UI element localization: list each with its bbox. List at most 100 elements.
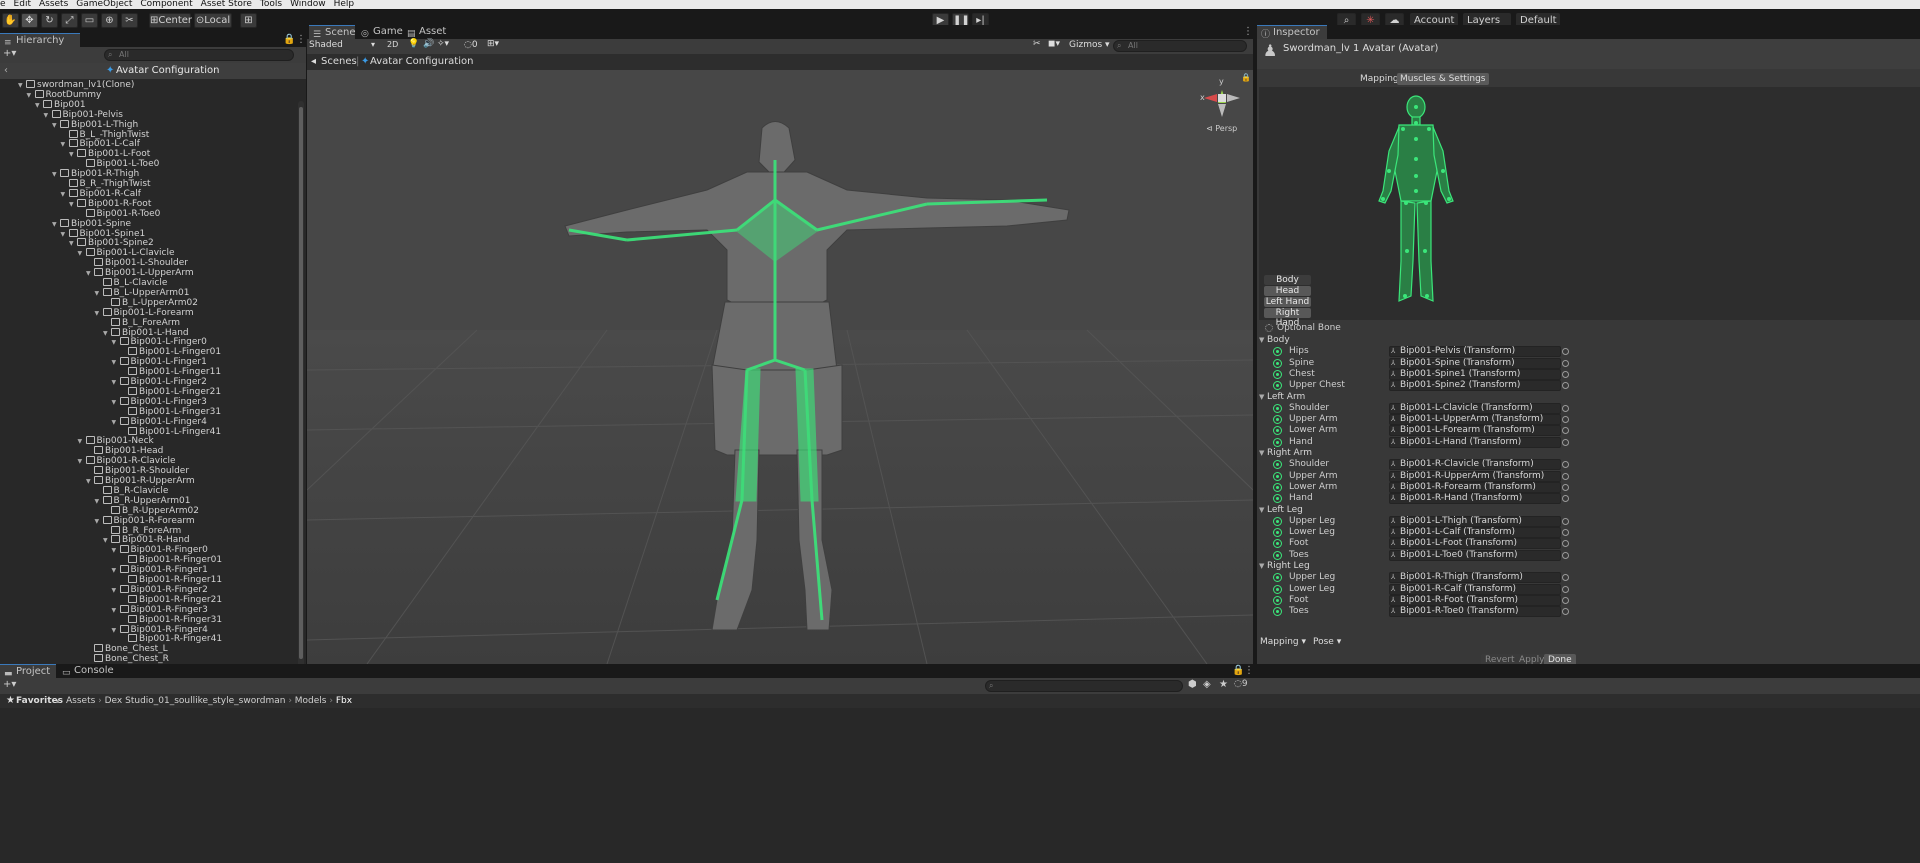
bone-transform-field[interactable]: Bip001-Spine1 (Transform) [1389,368,1561,380]
hierarchy-item[interactable]: ▼ Bip001-R-Finger3 [112,604,208,615]
hierarchy-item[interactable]: ▼ Bip001-R-Finger4 [112,624,208,635]
tab-inspector[interactable]: ⓘ Inspector [1257,25,1327,40]
hierarchy-item[interactable]: ▼ Bip001-L-Finger3 [112,396,207,408]
bone-transform-field[interactable]: Bip001-L-UpperArm (Transform) [1389,414,1561,426]
object-picker-icon[interactable] [1562,495,1569,503]
effects-icon[interactable]: ✧▾ [437,39,449,49]
light-icon[interactable]: 💡 [408,39,419,49]
hierarchy-item[interactable]: ▼ Bip001-R-Foot [69,198,151,210]
filter-label-icon[interactable]: ◈ [1203,679,1211,690]
object-picker-icon[interactable] [1562,483,1569,491]
hierarchy-item[interactable]: ▼ Bip001-R-Forearm [95,515,195,527]
expand-arrow-icon[interactable]: ▼ [44,111,52,121]
hierarchy-item[interactable]: ▼ Bip001-L-Calf [61,139,140,149]
tab-game[interactable]: ◎ Game [357,25,403,39]
tab-muscles-settings[interactable]: Muscles & Settings [1397,73,1489,85]
expand-arrow-icon[interactable]: ▼ [112,378,120,388]
hierarchy-item[interactable]: ▼ Bip001-L-Clavicle [78,248,175,258]
scrollbar-thumb[interactable] [299,107,303,659]
object-picker-icon[interactable] [1562,370,1569,378]
object-picker-icon[interactable] [1562,461,1569,469]
tab-project[interactable]: ▬ Project [0,664,56,679]
bone-transform-field[interactable]: Bip001-L-Toe0 (Transform) [1389,549,1561,561]
menu-item[interactable]: Asset Store [201,0,252,9]
object-picker-icon[interactable] [1562,551,1569,559]
add-icon[interactable]: +▾ [3,48,16,59]
hierarchy-search-input[interactable]: ⌕ All [104,49,294,61]
object-picker-icon[interactable] [1562,596,1569,604]
menu-item[interactable]: Edit [14,0,31,9]
menu-item[interactable]: e [0,0,6,9]
breadcrumb-item[interactable]: Fbx [336,696,352,706]
pose-dropdown[interactable]: Pose ▾ [1313,637,1341,647]
transform-tool-button[interactable]: ⊕ [101,13,118,28]
expand-arrow-icon[interactable]: ▼ [95,497,103,507]
favorite-star-icon[interactable]: ★ [1219,679,1228,690]
back-arrow-icon[interactable]: ‹ [4,63,8,79]
rotate-tool-button[interactable]: ↻ [41,13,58,28]
breadcrumb-current[interactable]: Avatar Configuration [370,54,473,70]
hierarchy-item[interactable]: B_L_ForeArm [103,317,180,328]
expand-arrow-icon[interactable]: ▼ [112,398,120,408]
bone-transform-field[interactable]: Bip001-R-Foot (Transform) [1389,594,1561,606]
bone-transform-field[interactable]: Bip001-Spine (Transform) [1389,357,1561,369]
revert-button[interactable]: Revert [1481,654,1519,664]
pivot-local-button[interactable]: ⊙Local [194,13,232,28]
hierarchy-item[interactable]: ▼ Bip001 [35,99,86,111]
hierarchy-item[interactable]: Bip001-R-Shoulder [86,466,189,476]
expand-arrow-icon[interactable]: ▼ [103,536,111,546]
hierarchy-item[interactable]: Bip001-R-Toe0 [78,208,160,219]
expand-arrow-icon[interactable]: ▼ [69,200,77,210]
hierarchy-item[interactable]: ▼ Bip001-R-UpperArm [86,476,195,486]
bone-transform-field[interactable]: Bip001-L-Foot (Transform) [1389,538,1561,550]
hierarchy-item[interactable]: ▼ Bip001-L-Hand [103,327,189,338]
bone-transform-field[interactable]: Bip001-L-Forearm (Transform) [1389,425,1561,437]
tab-hierarchy[interactable]: ≡ Hierarchy [0,33,80,48]
tab-scene[interactable]: ☰ Scene [309,25,356,40]
bone-group-header[interactable]: ▼ Right Arm [1257,448,1920,459]
object-picker-icon[interactable] [1562,348,1569,356]
hierarchy-item[interactable]: ▼ Bip001-R-Clavicle [78,456,176,466]
hierarchy-item[interactable]: B_R_ForeArm [103,525,181,536]
expand-arrow-icon[interactable]: ▼ [35,101,43,111]
hidden-packages-toggle[interactable]: ◌9 [1234,679,1248,689]
expand-arrow-icon[interactable]: ▼ [61,230,69,240]
expand-arrow-icon[interactable]: ▼ [95,517,103,527]
grid-icon[interactable]: ⊞▾ [487,39,499,49]
scene-viewport[interactable]: y x ⊲ Persp 🔒 [307,70,1253,664]
project-search-input[interactable]: ⌕ [985,680,1183,692]
hierarchy-item[interactable]: Bip001-L-Finger01 [120,347,221,357]
expand-arrow-icon[interactable]: ▼ [95,289,103,299]
expand-arrow-icon[interactable]: ▼ [78,249,86,259]
breadcrumb-item[interactable]: Assets [66,696,95,706]
hierarchy-item[interactable]: Bone_Chest_L [86,644,168,654]
expand-arrow-icon[interactable]: ▼ [1259,561,1264,572]
persp-toggle[interactable]: ⊲ Persp [1206,124,1237,133]
breadcrumb-item[interactable]: Dex Studio_01_soullike_style_swordman [105,696,286,706]
lock-icon[interactable]: 🔒 [1232,665,1244,676]
expand-arrow-icon[interactable]: ▼ [112,418,120,428]
hierarchy-item[interactable]: ▼ RootDummy [27,89,101,100]
hierarchy-item[interactable]: Bip001-L-Toe0 [78,159,159,169]
bone-group-header[interactable]: ▼ Body [1257,335,1920,346]
bone-group-header[interactable]: ▼ Left Arm [1257,392,1920,403]
object-picker-icon[interactable] [1562,416,1569,424]
scale-tool-button[interactable]: ⤢ [61,13,78,28]
object-picker-icon[interactable] [1562,529,1569,537]
hidden-objects-toggle[interactable]: ◌0 [464,40,478,50]
hierarchy-item[interactable]: B_R-Clavicle [95,485,168,496]
bone-transform-field[interactable]: Bip001-R-Forearm (Transform) [1389,481,1561,493]
menu-item[interactable]: GameObject [76,0,132,9]
hierarchy-item[interactable]: ▼ Bip001-R-Finger0 [112,545,208,555]
expand-arrow-icon[interactable]: ▼ [112,546,120,556]
hierarchy-item[interactable]: B_L-Clavicle [95,278,167,288]
menu-item[interactable]: Window [290,0,326,9]
hierarchy-item[interactable]: Bip001-R-Finger01 [120,555,222,565]
avatar-silhouette[interactable] [1371,91,1461,316]
expand-arrow-icon[interactable]: ▼ [18,81,26,91]
tab-asset-store[interactable]: ▤ Asset Store [403,25,465,51]
bone-transform-field[interactable]: Bip001-L-Hand (Transform) [1389,436,1561,448]
expand-arrow-icon[interactable]: ▼ [112,566,120,576]
hierarchy-item[interactable]: Bip001-L-Finger21 [120,386,221,397]
hierarchy-item[interactable]: ▼ swordman_lv1(Clone) [18,80,134,90]
